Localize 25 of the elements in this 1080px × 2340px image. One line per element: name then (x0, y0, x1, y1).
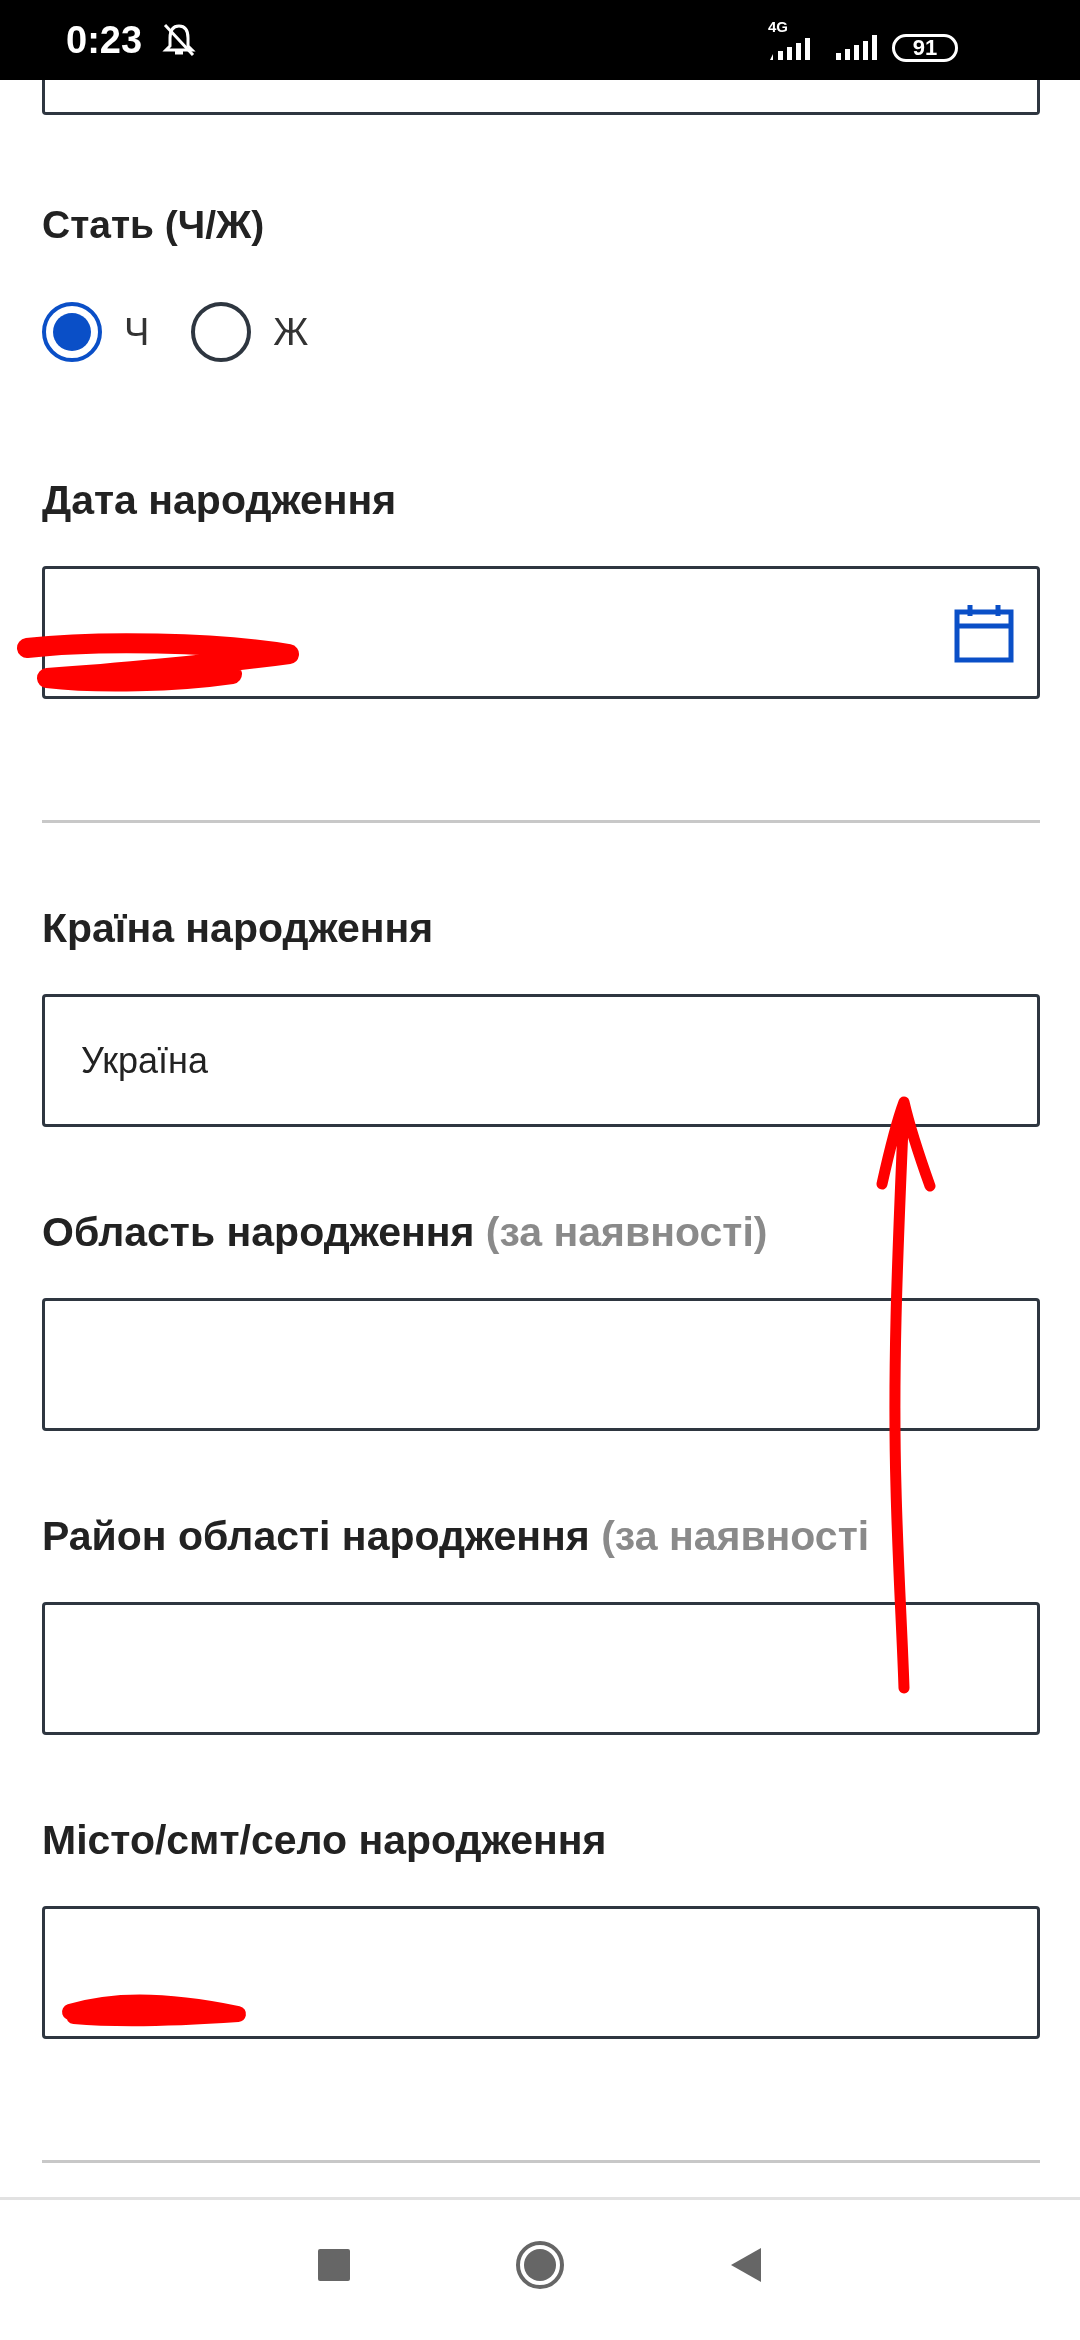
field-label: Район області народження (42, 1513, 590, 1559)
battery-indicator: 91 (892, 33, 958, 62)
optional-hint: (за наявності) (485, 1209, 768, 1255)
optional-hint: (за наявності (601, 1513, 870, 1559)
home-button[interactable] (515, 2240, 565, 2290)
input-field[interactable] (42, 1298, 1040, 1431)
input-field[interactable] (42, 566, 1040, 699)
input-field[interactable] (42, 1906, 1040, 2039)
radio-button[interactable] (42, 302, 102, 362)
network-type: 4G (768, 18, 788, 34)
input-field[interactable] (42, 80, 1040, 115)
radio-button[interactable] (191, 302, 252, 362)
input-field[interactable] (42, 1602, 1040, 1735)
field-value: Україна (81, 1039, 209, 1082)
field-label: Область народження (42, 1209, 475, 1255)
radio-label[interactable]: Ч (124, 310, 150, 354)
field-label: Стать (Ч/Ж) (42, 202, 266, 248)
bell-off-icon (162, 22, 197, 58)
clock-time: 0:23 (66, 18, 143, 62)
field-label: Дата народження (42, 477, 397, 523)
field-label: Країна народження (42, 905, 434, 951)
radio-label[interactable]: Ж (273, 310, 309, 354)
field-label: Місто/смт/село народження (42, 1817, 607, 1863)
input-field[interactable]: Україна (42, 994, 1040, 1127)
back-button[interactable] (730, 2247, 762, 2283)
